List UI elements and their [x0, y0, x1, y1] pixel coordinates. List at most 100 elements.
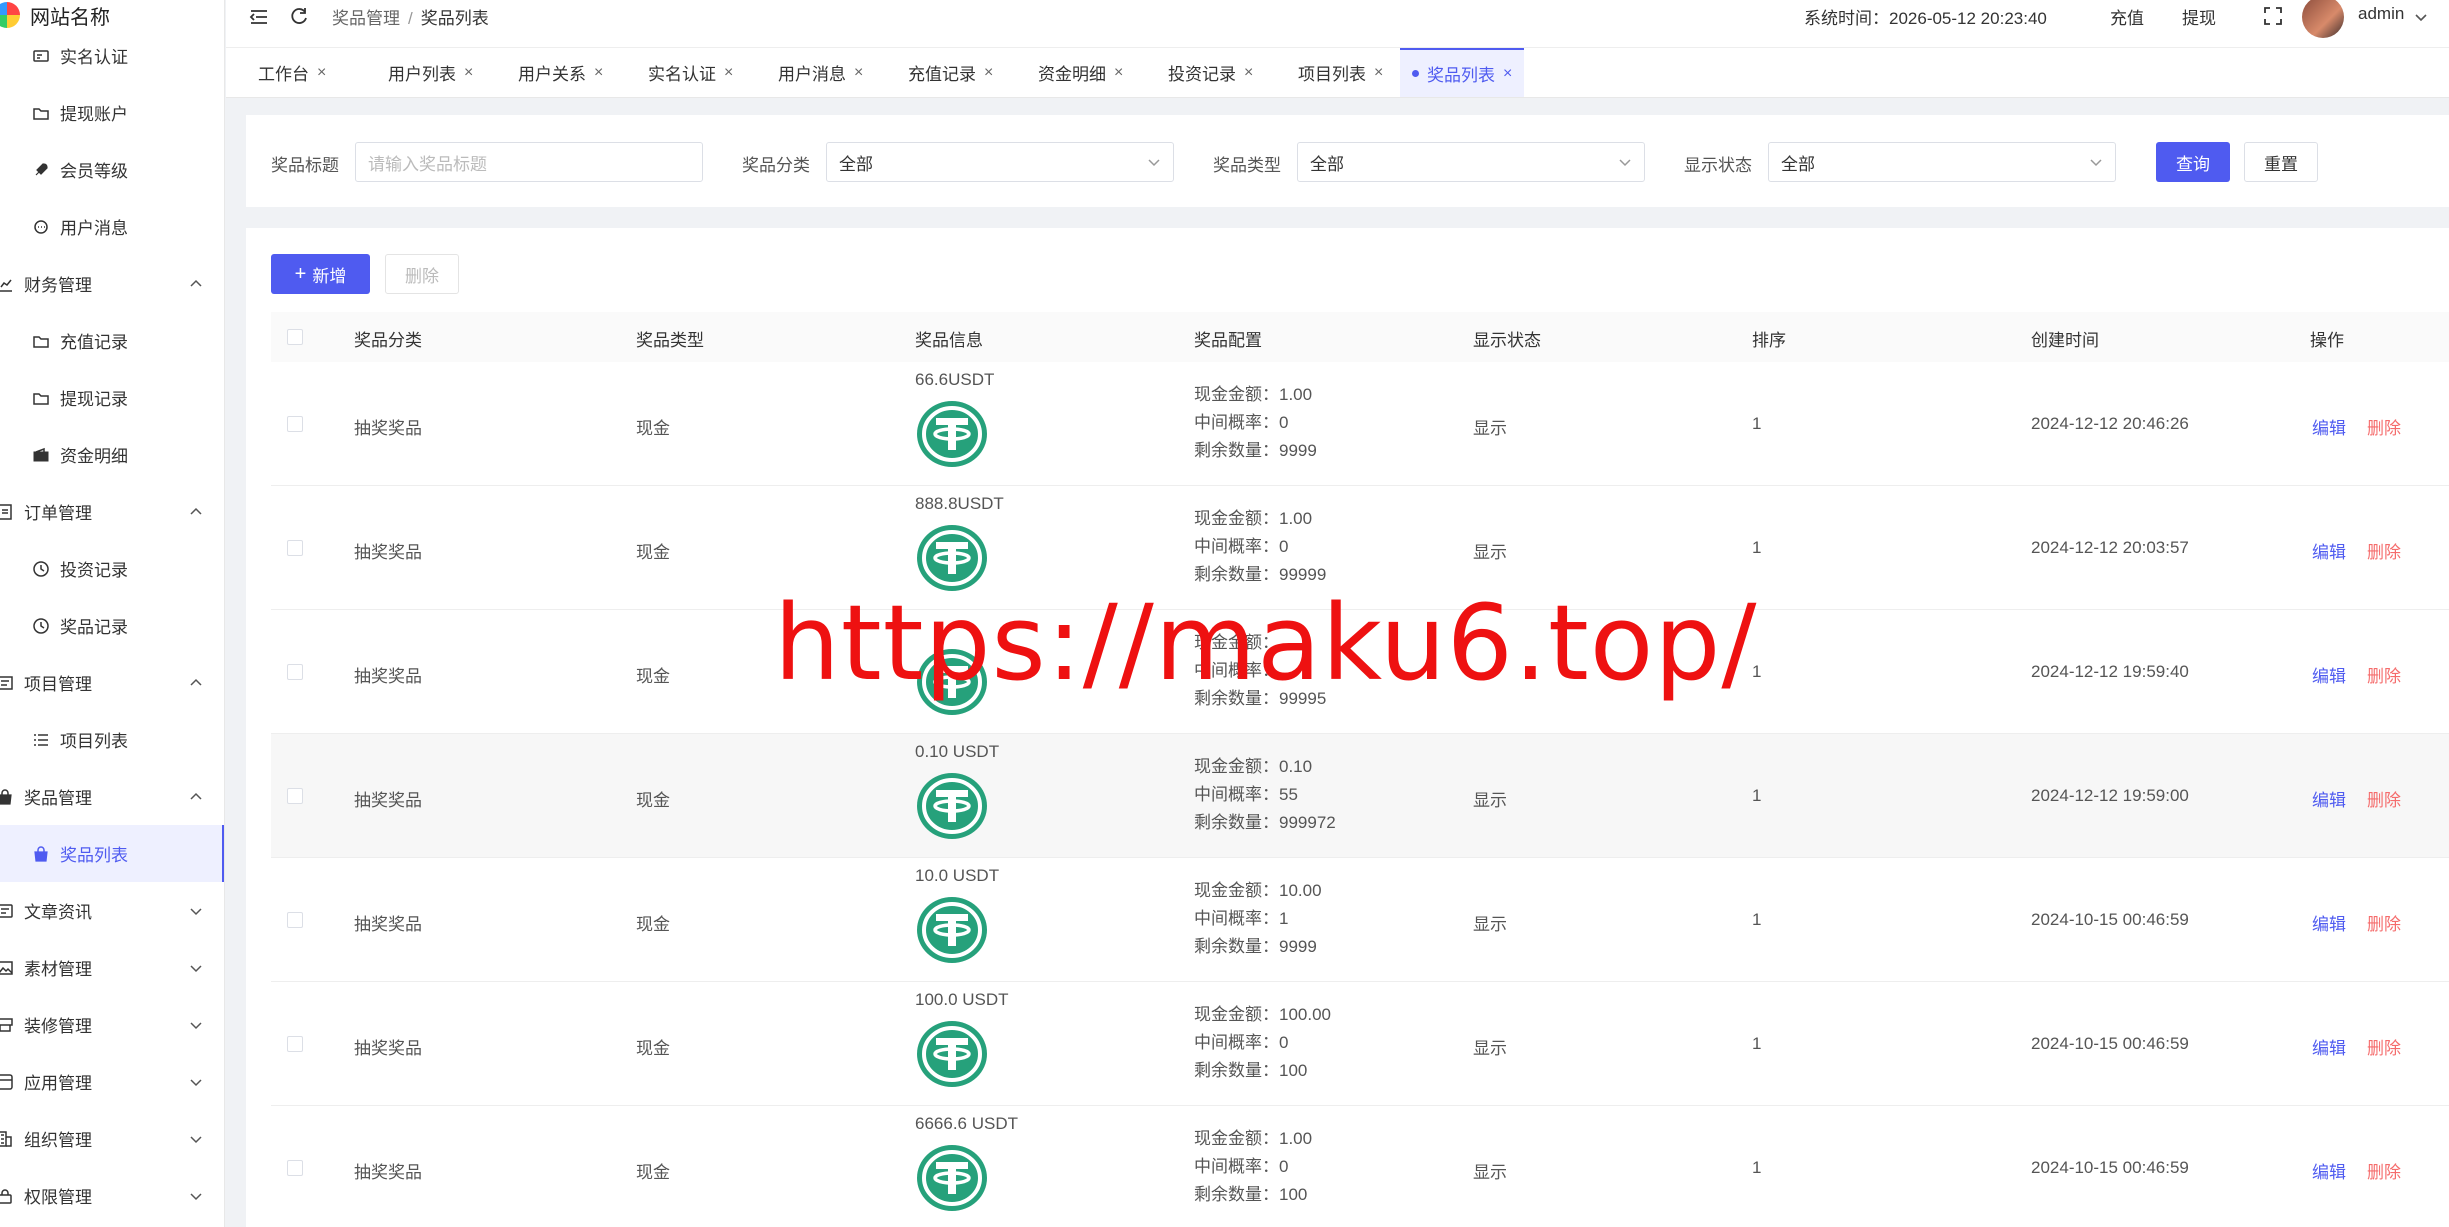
chevron-down-icon	[190, 1022, 202, 1030]
row-checkbox[interactable]	[287, 1160, 303, 1176]
edit-link[interactable]: 编辑	[2312, 414, 2346, 439]
select-all-checkbox[interactable]	[287, 329, 303, 345]
sidebar-item-1[interactable]: 提现账户	[0, 84, 224, 141]
query-button[interactable]: 查询	[2156, 142, 2230, 182]
edit-link[interactable]: 编辑	[2312, 662, 2346, 687]
tab-5[interactable]: 充值记录 ×	[896, 48, 1005, 97]
row-checkbox[interactable]	[287, 788, 303, 804]
status-select[interactable]: 全部	[1768, 142, 2116, 182]
edit-link[interactable]: 编辑	[2312, 538, 2346, 563]
delete-link[interactable]: 删除	[2367, 786, 2401, 811]
sidebar-group-19[interactable]: 组织管理	[0, 1110, 224, 1167]
sidebar-item-5[interactable]: 充值记录	[0, 312, 224, 369]
row-checkbox[interactable]	[287, 1036, 303, 1052]
close-icon[interactable]: ×	[594, 64, 603, 82]
close-icon[interactable]: ×	[854, 64, 863, 82]
cell-info-title: 0.10 USDT	[915, 742, 1000, 761]
tab-0[interactable]: 工作台 ×	[246, 48, 338, 97]
close-icon[interactable]: ×	[464, 64, 473, 82]
sidebar-group-4[interactable]: 财务管理	[0, 255, 224, 312]
sidebar-group-11[interactable]: 项目管理	[0, 654, 224, 711]
cell-created: 2024-12-12 19:59:40	[2031, 662, 2189, 681]
sidebar-item-12[interactable]: 项目列表	[0, 711, 224, 768]
sidebar-group-20[interactable]: 权限管理	[0, 1167, 224, 1224]
tab-label: 用户列表	[388, 65, 456, 84]
add-button[interactable]: + 新增	[271, 254, 370, 294]
cell-config-remain: 剩余数量：100	[1194, 1180, 1307, 1205]
user-name[interactable]: admin	[2358, 4, 2404, 24]
row-checkbox[interactable]	[287, 664, 303, 680]
close-icon[interactable]: ×	[724, 64, 733, 82]
logo[interactable]: 网站名称	[0, 0, 110, 30]
breadcrumb-item[interactable]: 奖品管理	[332, 9, 400, 28]
cell-status: 显示	[1473, 915, 1507, 934]
cell-config-amount: 现金金额：10.00	[1194, 876, 1322, 901]
tab-1[interactable]: 用户列表 ×	[376, 48, 485, 97]
close-icon[interactable]: ×	[1503, 65, 1512, 83]
reset-button[interactable]: 重置	[2244, 142, 2318, 182]
decor-icon	[0, 1016, 14, 1034]
sidebar-item-3[interactable]: 用户消息	[0, 198, 224, 255]
sidebar-item-10[interactable]: 奖品记录	[0, 597, 224, 654]
tab-label: 充值记录	[908, 65, 976, 84]
config-label: 剩余数量：	[1194, 441, 1279, 460]
cell-info-title: 66.6USDT	[915, 370, 995, 389]
edit-link[interactable]: 编辑	[2312, 910, 2346, 935]
close-icon[interactable]: ×	[1374, 64, 1383, 82]
close-icon[interactable]: ×	[984, 64, 993, 82]
edit-link[interactable]: 编辑	[2312, 1034, 2346, 1059]
sidebar-item-14[interactable]: 奖品列表	[0, 825, 224, 882]
delete-link[interactable]: 删除	[2367, 1034, 2401, 1059]
plus-icon: +	[294, 262, 307, 285]
chevron-up-icon	[190, 279, 202, 287]
menu-fold-icon[interactable]	[248, 6, 270, 28]
tab-8[interactable]: 项目列表 ×	[1286, 48, 1395, 97]
row-checkbox[interactable]	[287, 540, 303, 556]
config-label: 现金金额：	[1194, 385, 1279, 404]
tab-6[interactable]: 资金明细 ×	[1026, 48, 1135, 97]
type-select[interactable]: 全部	[1297, 142, 1645, 182]
close-icon[interactable]: ×	[1114, 64, 1123, 82]
breadcrumb-separator: /	[408, 9, 413, 28]
avatar[interactable]	[2302, 0, 2344, 38]
delete-link[interactable]: 删除	[2367, 538, 2401, 563]
title-search-input[interactable]: 请输入奖品标题	[355, 142, 703, 182]
fullscreen-icon[interactable]	[2262, 5, 2284, 27]
row-checkbox[interactable]	[287, 912, 303, 928]
sidebar-item-6[interactable]: 提现记录	[0, 369, 224, 426]
sidebar-group-8[interactable]: 订单管理	[0, 483, 224, 540]
close-icon[interactable]: ×	[1244, 64, 1253, 82]
tab-9[interactable]: 奖品列表 ×	[1400, 48, 1525, 97]
edit-link[interactable]: 编辑	[2312, 1158, 2346, 1183]
cell-status: 显示	[1473, 419, 1507, 438]
withdraw-link[interactable]: 提现	[2182, 4, 2216, 29]
title-filter-label: 奖品标题	[271, 156, 339, 175]
refresh-icon[interactable]	[288, 6, 310, 28]
sidebar-group-13[interactable]: 奖品管理	[0, 768, 224, 825]
system-time: 系统时间：2026-05-12 20:23:40	[1804, 9, 2047, 28]
sidebar-item-0[interactable]: 实名认证	[0, 27, 224, 84]
tab-4[interactable]: 用户消息 ×	[766, 48, 875, 97]
usdt-coin-icon	[916, 1144, 988, 1212]
delete-link[interactable]: 删除	[2367, 414, 2401, 439]
sidebar-group-17[interactable]: 装修管理	[0, 996, 224, 1053]
sidebar-item-9[interactable]: 投资记录	[0, 540, 224, 597]
sidebar-group-15[interactable]: 文章资讯	[0, 882, 224, 939]
close-icon[interactable]: ×	[317, 64, 326, 82]
tab-3[interactable]: 实名认证 ×	[636, 48, 745, 97]
tab-7[interactable]: 投资记录 ×	[1156, 48, 1265, 97]
tab-2[interactable]: 用户关系 ×	[506, 48, 615, 97]
delete-link[interactable]: 删除	[2367, 1158, 2401, 1183]
recharge-link[interactable]: 充值	[2110, 4, 2144, 29]
sidebar-item-2[interactable]: 会员等级	[0, 141, 224, 198]
category-select[interactable]: 全部	[826, 142, 1174, 182]
delete-link[interactable]: 删除	[2367, 662, 2401, 687]
sidebar-group-16[interactable]: 素材管理	[0, 939, 224, 996]
sidebar-group-18[interactable]: 应用管理	[0, 1053, 224, 1110]
delete-link[interactable]: 删除	[2367, 910, 2401, 935]
row-checkbox[interactable]	[287, 416, 303, 432]
sidebar-item-7[interactable]: 资金明细	[0, 426, 224, 483]
batch-delete-button[interactable]: 删除	[385, 254, 459, 294]
edit-link[interactable]: 编辑	[2312, 786, 2346, 811]
chevron-down-icon[interactable]	[2414, 10, 2428, 24]
